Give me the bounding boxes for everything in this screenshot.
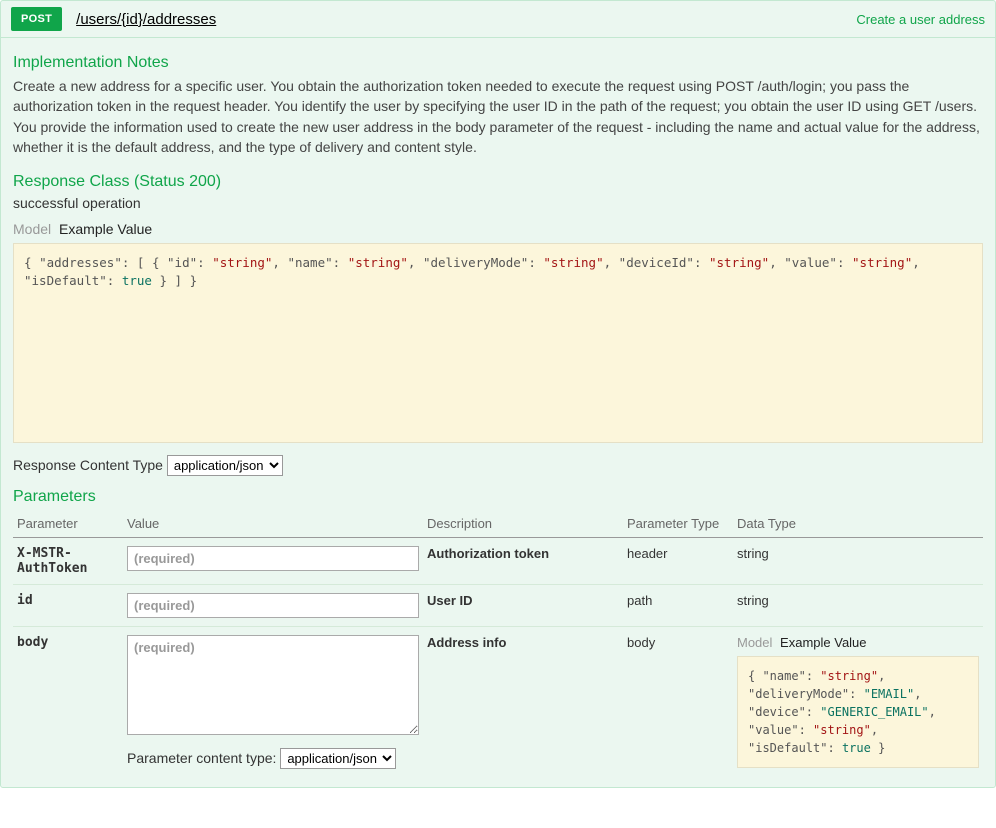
parameters-table: Parameter Value Description Parameter Ty…	[13, 510, 983, 777]
parameters-header-row: Parameter Value Description Parameter Ty…	[13, 510, 983, 538]
param-content-type-row: Parameter content type: application/json	[127, 748, 419, 769]
id-input[interactable]	[127, 593, 419, 618]
col-data-type: Data Type	[733, 510, 983, 538]
implementation-notes-text: Create a new address for a specific user…	[13, 76, 983, 157]
param-name: X-MSTR-AuthToken	[13, 538, 123, 585]
response-content-type-row: Response Content Type application/json	[13, 455, 983, 476]
body-textarea[interactable]	[127, 635, 419, 735]
body-model-tabs: Model Example Value	[737, 635, 979, 650]
param-datatype: string	[733, 538, 983, 585]
param-desc: User ID	[423, 585, 623, 627]
endpoint-body: Implementation Notes Create a new addres…	[1, 38, 995, 787]
param-datatype: Model Example Value { "name": "string", …	[733, 627, 983, 778]
endpoint-panel: POST /users/{id}/addresses Create a user…	[0, 0, 996, 788]
col-value: Value	[123, 510, 423, 538]
param-content-type-select[interactable]: application/json	[280, 748, 396, 769]
param-type: path	[623, 585, 733, 627]
col-parameter-type: Parameter Type	[623, 510, 733, 538]
response-class-heading: Response Class (Status 200)	[13, 173, 983, 191]
body-example-code[interactable]: { "name": "string", "deliveryMode": "EMA…	[737, 656, 979, 768]
param-name: id	[13, 585, 123, 627]
parameters-heading: Parameters	[13, 488, 983, 506]
param-datatype: string	[733, 585, 983, 627]
tab-model[interactable]: Model	[737, 635, 772, 650]
col-description: Description	[423, 510, 623, 538]
param-content-type-label: Parameter content type:	[127, 750, 276, 766]
response-content-type-label: Response Content Type	[13, 457, 163, 473]
param-name: body	[13, 627, 123, 778]
tab-model[interactable]: Model	[13, 221, 51, 237]
response-status-desc: successful operation	[13, 195, 983, 211]
http-method-badge: POST	[11, 7, 62, 31]
param-desc: Address info	[423, 627, 623, 778]
table-row: id User ID path string	[13, 585, 983, 627]
tab-example-value[interactable]: Example Value	[780, 635, 866, 650]
response-content-type-select[interactable]: application/json	[167, 455, 283, 476]
tab-example-value[interactable]: Example Value	[59, 221, 152, 237]
response-model-tabs: Model Example Value	[13, 221, 983, 237]
response-example-code[interactable]: { "addresses": [ { "id": "string", "name…	[13, 243, 983, 443]
endpoint-path[interactable]: /users/{id}/addresses	[76, 11, 216, 28]
table-row: body Parameter content type: application…	[13, 627, 983, 778]
table-row: X-MSTR-AuthToken Authorization token hea…	[13, 538, 983, 585]
endpoint-header[interactable]: POST /users/{id}/addresses Create a user…	[1, 1, 995, 38]
param-desc: Authorization token	[423, 538, 623, 585]
param-type: header	[623, 538, 733, 585]
endpoint-summary: Create a user address	[856, 12, 985, 27]
col-parameter: Parameter	[13, 510, 123, 538]
implementation-notes-heading: Implementation Notes	[13, 54, 983, 72]
param-type: body	[623, 627, 733, 778]
auth-token-input[interactable]	[127, 546, 419, 571]
